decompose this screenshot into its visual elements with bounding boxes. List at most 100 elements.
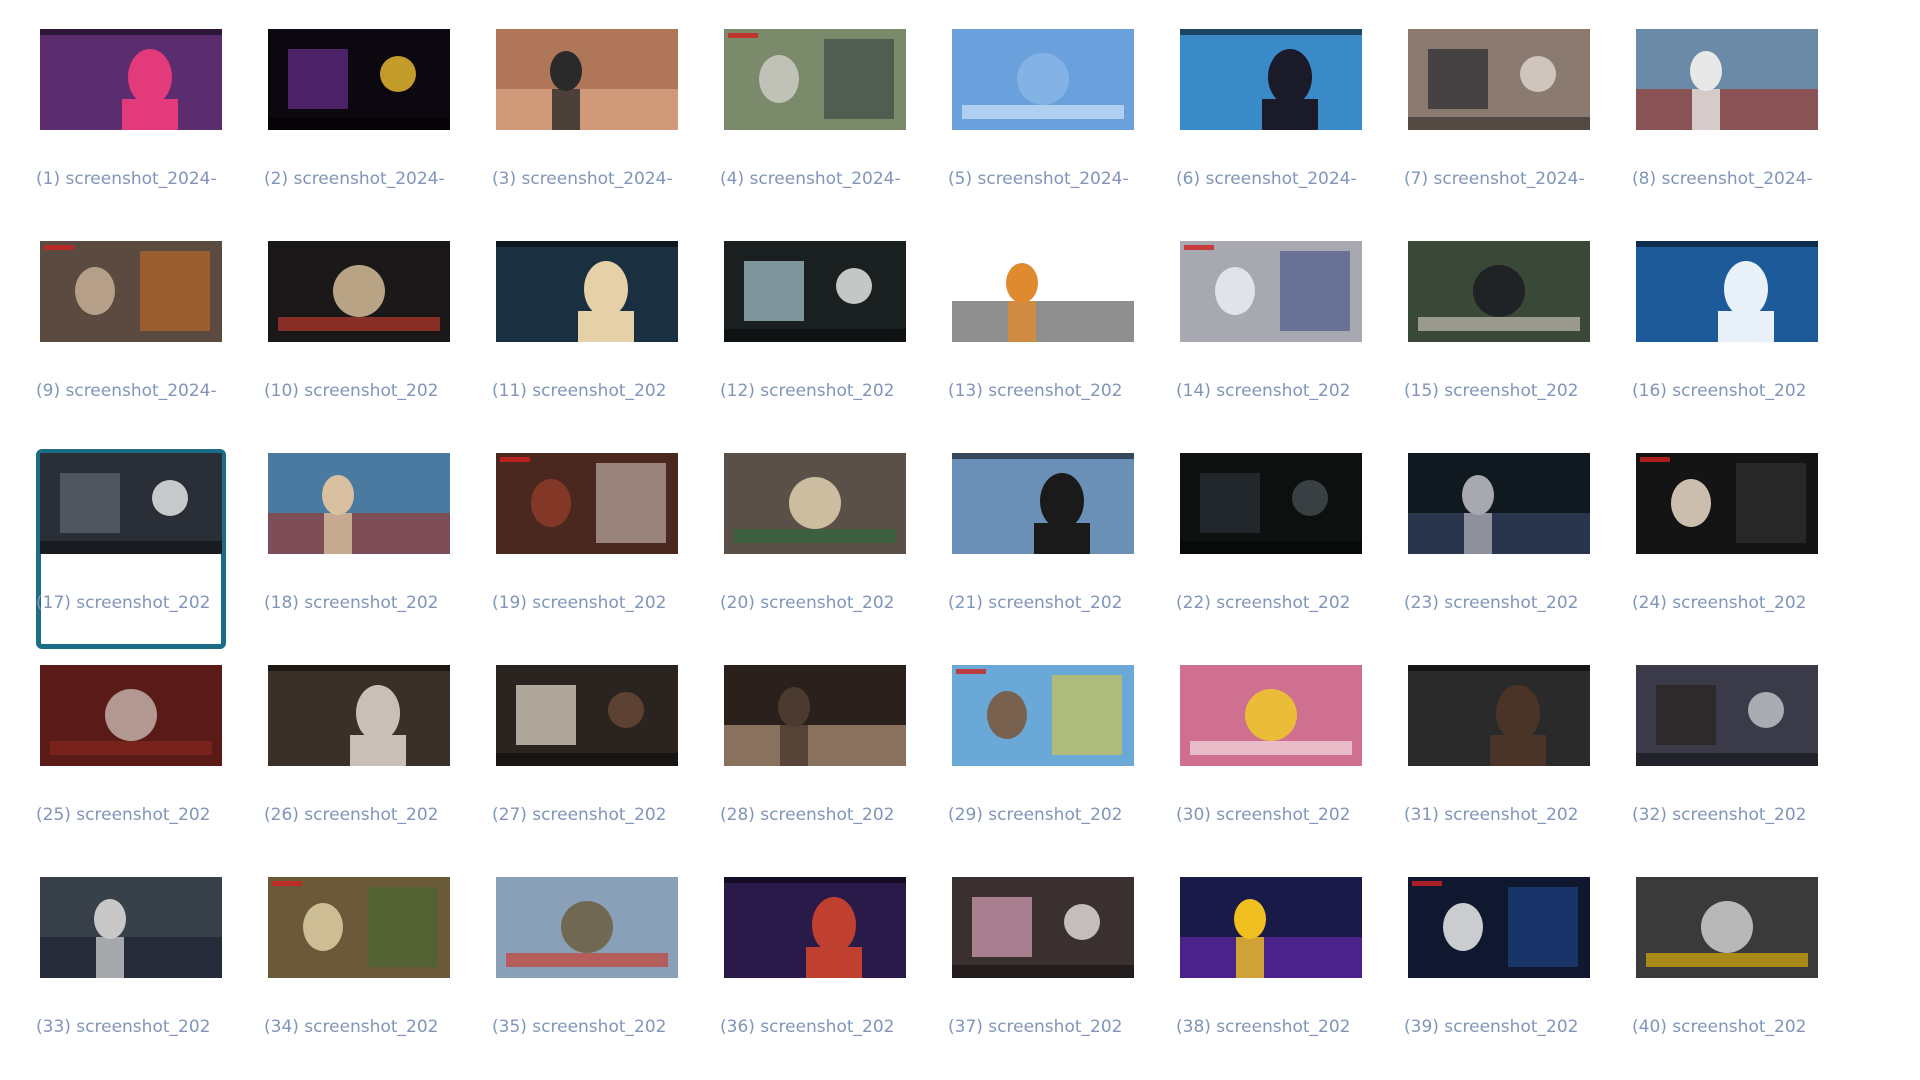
gallery-item-label: (27) screenshot_202 [492, 805, 667, 825]
gallery-item[interactable]: (18) screenshot_202 [264, 449, 454, 649]
flood-street-thumbnail[interactable] [268, 877, 450, 978]
gallery-item[interactable]: (37) screenshot_202 [948, 873, 1138, 1073]
gallery-item[interactable]: (40) screenshot_202 [1632, 873, 1822, 1073]
gallery-item[interactable]: (28) screenshot_202 [720, 661, 910, 861]
studio-show-thumbnail[interactable] [40, 29, 222, 130]
blonde-woman-thumbnail[interactable] [496, 241, 678, 342]
gallery-item[interactable]: (29) screenshot_202 [948, 661, 1138, 861]
gallery-item[interactable]: (15) screenshot_202 [1404, 237, 1594, 437]
gallery-item[interactable]: (32) screenshot_202 [1632, 661, 1822, 861]
gallery-item-label: (33) screenshot_202 [36, 1017, 211, 1037]
reporter-field-thumbnail[interactable] [724, 29, 906, 130]
gallery-item-label: (34) screenshot_202 [264, 1017, 439, 1037]
bw-scene-thumbnail[interactable] [1636, 877, 1818, 978]
gallery-item-label: (37) screenshot_202 [948, 1017, 1123, 1037]
gallery-item[interactable]: (1) screenshot_2024- [36, 25, 226, 225]
gallery-item-label: (24) screenshot_202 [1632, 593, 1807, 613]
cartoon-pink-thumbnail[interactable] [1180, 665, 1362, 766]
gallery-item-label: (12) screenshot_202 [720, 381, 895, 401]
gallery-item-label: (39) screenshot_202 [1404, 1017, 1579, 1037]
gallery-item[interactable]: (36) screenshot_202 [720, 873, 910, 1073]
gallery-item[interactable]: (24) screenshot_202 [1632, 449, 1822, 649]
gallery-item-label: (11) screenshot_202 [492, 381, 667, 401]
channel-logo-thumbnail[interactable] [1636, 241, 1818, 342]
gallery-item[interactable]: (35) screenshot_202 [492, 873, 682, 1073]
red-room-thumbnail[interactable] [40, 665, 222, 766]
closeup-woman-thumbnail[interactable] [724, 665, 906, 766]
gallery-item[interactable]: (20) screenshot_202 [720, 449, 910, 649]
gallery-item[interactable]: (26) screenshot_202 [264, 661, 454, 861]
talk-show-thumbnail[interactable] [724, 877, 906, 978]
hallway-thumbnail[interactable] [496, 665, 678, 766]
kitchen-thumbnail[interactable] [40, 241, 222, 342]
gallery-item-label: (32) screenshot_202 [1632, 805, 1807, 825]
gallery-item[interactable]: (27) screenshot_202 [492, 661, 682, 861]
gallery-item[interactable]: (19) screenshot_202 [492, 449, 682, 649]
motorcycle-thumbnail[interactable] [1636, 29, 1818, 130]
woman-bathroom-thumbnail[interactable] [1180, 241, 1362, 342]
gallery-item[interactable]: (22) screenshot_202 [1176, 449, 1366, 649]
office-table-thumbnail[interactable] [40, 877, 222, 978]
gallery-item[interactable]: (38) screenshot_202 [1176, 873, 1366, 1073]
gallery-item-label: (18) screenshot_202 [264, 593, 439, 613]
gallery-item[interactable]: (5) screenshot_2024- [948, 25, 1138, 225]
gallery-item[interactable]: (25) screenshot_202 [36, 661, 226, 861]
office-woman-thumbnail[interactable] [724, 453, 906, 554]
man-garden-thumbnail[interactable] [1408, 241, 1590, 342]
office-man-thumbnail[interactable] [1408, 665, 1590, 766]
epg-menu-thumbnail[interactable] [1408, 877, 1590, 978]
gallery-item[interactable]: (31) screenshot_202 [1404, 661, 1594, 861]
gallery-item[interactable]: (16) screenshot_202 [1632, 237, 1822, 437]
dark-screen-thumbnail[interactable] [268, 29, 450, 130]
news-anchor-thumbnail[interactable] [1180, 29, 1362, 130]
gallery-item[interactable]: (17) screenshot_202 [36, 449, 226, 649]
gallery-item[interactable]: (39) screenshot_202 [1404, 873, 1594, 1073]
dark-office-thumbnail[interactable] [1408, 453, 1590, 554]
flood-field-thumbnail[interactable] [496, 877, 678, 978]
gallery-item-label: (31) screenshot_202 [1404, 805, 1579, 825]
gallery-item[interactable]: (34) screenshot_202 [264, 873, 454, 1073]
monitor-scene-thumbnail[interactable] [724, 241, 906, 342]
gallery-item-label: (6) screenshot_2024- [1176, 169, 1357, 189]
sofa-scene-thumbnail[interactable] [952, 877, 1134, 978]
night-street-thumbnail[interactable] [268, 241, 450, 342]
gallery-item-label: (36) screenshot_202 [720, 1017, 895, 1037]
gallery-item[interactable]: (23) screenshot_202 [1404, 449, 1594, 649]
conference-thumbnail[interactable] [1636, 453, 1818, 554]
interview-thumbnail[interactable] [496, 453, 678, 554]
gallery-item[interactable]: (8) screenshot_2024- [1632, 25, 1822, 225]
gallery-item-label: (1) screenshot_2024- [36, 169, 217, 189]
boat-scene-thumbnail[interactable] [268, 453, 450, 554]
gallery-item[interactable]: (10) screenshot_202 [264, 237, 454, 437]
gallery-item[interactable]: (21) screenshot_202 [948, 449, 1138, 649]
gallery-item[interactable]: (14) screenshot_202 [1176, 237, 1366, 437]
gallery-item[interactable]: (3) screenshot_2024- [492, 25, 682, 225]
gallery-item[interactable]: (6) screenshot_2024- [1176, 25, 1366, 225]
gallery-item[interactable]: (30) screenshot_202 [1176, 661, 1366, 861]
gallery-item[interactable]: (4) screenshot_2024- [720, 25, 910, 225]
gallery-item[interactable]: (12) screenshot_202 [720, 237, 910, 437]
street-reporter-thumbnail[interactable] [1408, 29, 1590, 130]
gallery-item[interactable]: (11) screenshot_202 [492, 237, 682, 437]
car-ad-thumbnail[interactable] [40, 453, 222, 554]
gallery-item-label: (35) screenshot_202 [492, 1017, 667, 1037]
gallery-item[interactable]: (33) screenshot_202 [36, 873, 226, 1073]
gallery-item-label: (19) screenshot_202 [492, 593, 667, 613]
lab-woman-thumbnail[interactable] [952, 453, 1134, 554]
gallery-item-label: (38) screenshot_202 [1176, 1017, 1351, 1037]
cartoon-thumbnail[interactable] [952, 665, 1134, 766]
white-screen-thumbnail[interactable] [952, 241, 1134, 342]
gallery-item[interactable]: (13) screenshot_202 [948, 237, 1138, 437]
desk-man-thumbnail[interactable] [268, 665, 450, 766]
woman-phone-thumbnail[interactable] [496, 29, 678, 130]
gallery-item[interactable]: (9) screenshot_2024- [36, 237, 226, 437]
gallery-item-label: (30) screenshot_202 [1176, 805, 1351, 825]
gallery-item[interactable]: (7) screenshot_2024- [1404, 25, 1594, 225]
blue-screen-thumbnail[interactable] [952, 29, 1134, 130]
dark-room-thumbnail[interactable] [1180, 453, 1362, 554]
gallery-item-label: (28) screenshot_202 [720, 805, 895, 825]
gallery-item-label: (16) screenshot_202 [1632, 381, 1807, 401]
guide-screen-thumbnail[interactable] [1180, 877, 1362, 978]
gallery-item[interactable]: (2) screenshot_2024- [264, 25, 454, 225]
office-pair-thumbnail[interactable] [1636, 665, 1818, 766]
